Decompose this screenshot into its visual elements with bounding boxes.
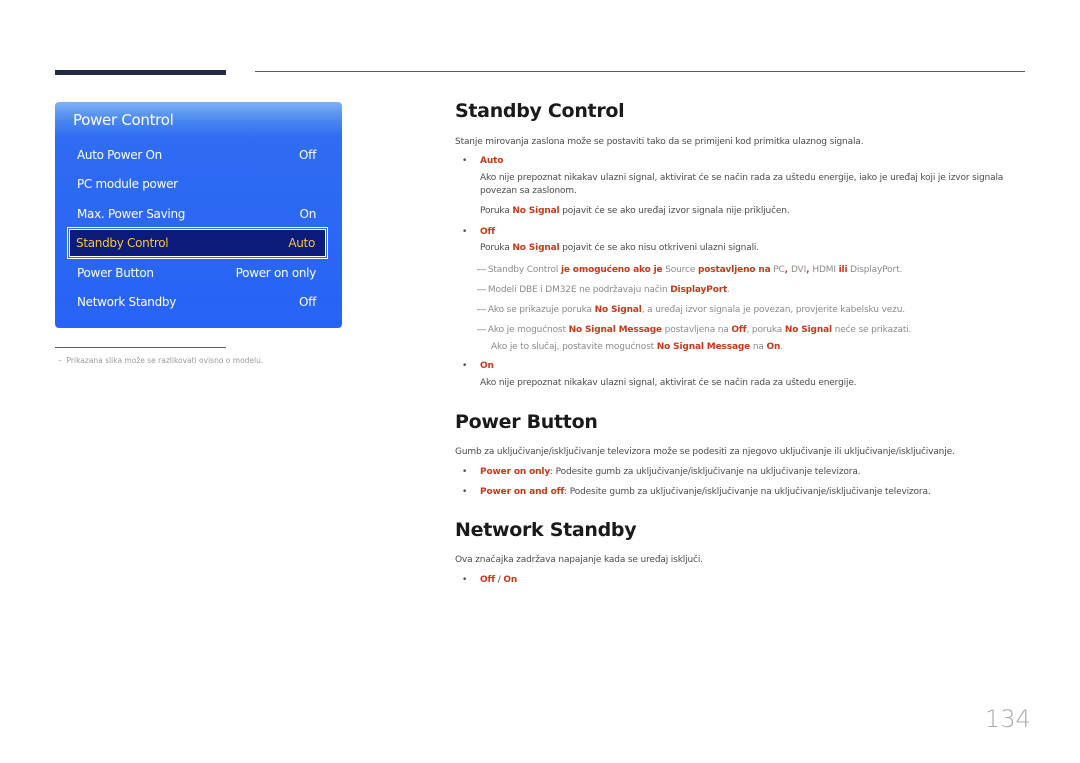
osd-item-label: Standby Control: [76, 236, 169, 250]
option-power-on-only: Power on only: Podesite gumb za uključiv…: [480, 466, 861, 479]
text: Ako je mogućnost: [487, 325, 569, 335]
osd-item-value: Auto: [288, 236, 315, 250]
network-standby-intro: Ova značajka zadržava napajanje kada se …: [455, 555, 703, 565]
header-bar-thick: [55, 70, 226, 75]
osd-item-value: Power on only: [235, 266, 317, 280]
text: , a uređaj izvor signala je povezan, pro…: [641, 305, 905, 315]
osd-power-control-menu: Power Control Auto Power On Off PC modul…: [55, 102, 342, 328]
text: HDMI: [812, 265, 839, 275]
text: pojavit će se ako uređaj izvor signala n…: [559, 206, 790, 216]
osd-item-label: Power Button: [77, 266, 154, 280]
option-off: Off: [480, 575, 496, 585]
footnote-dash: –: [58, 356, 62, 365]
bullet: •: [462, 156, 468, 166]
osd-item-max-power-saving: Max. Power Saving On: [71, 201, 326, 227]
footnote: – Prikazana slika može se razlikovati ov…: [58, 356, 263, 365]
text: Ako je to slučaj, postavite mogućnost: [491, 342, 657, 352]
section-title-network-standby: Network Standby: [455, 519, 637, 541]
option-on: On: [503, 575, 518, 585]
network-standby-options: Off / On: [480, 574, 517, 587]
note-no-signal-message-cont: Ako je to slučaj, postavite mogućnost No…: [491, 341, 783, 354]
osd-item-standby-control-selected: Standby Control Auto: [69, 229, 326, 257]
note-models-displayport: ― Modeli DBE i DM32E ne podržavaju način …: [477, 284, 730, 297]
section-title-power-button: Power Button: [455, 411, 598, 433]
footnote-text: Prikazana slika može se razlikovati ovis…: [66, 356, 264, 365]
power-button-intro: Gumb za uključivanje/isključivanje telev…: [455, 447, 955, 457]
bullet: •: [462, 487, 468, 497]
osd-item-label: Max. Power Saving: [77, 207, 186, 221]
text: Ako se prikazuje poruka: [487, 305, 595, 315]
text: je omogućeno ako je: [560, 265, 663, 275]
text: Off: [731, 325, 747, 335]
text: Modeli DBE i DM32E ne podržavaju način: [487, 285, 671, 295]
footnote-rule: [55, 347, 226, 348]
text: On: [766, 342, 781, 352]
option-auto-desc: Ako nije prepoznat nikakav ulazni signal…: [480, 173, 1004, 196]
bullet: •: [462, 361, 468, 371]
option-label: Power on only: [480, 467, 551, 477]
text: postavljena na: [661, 325, 732, 335]
text: No Signal Message: [568, 325, 663, 335]
text: Poruka: [480, 243, 513, 253]
osd-item-value: On: [299, 207, 317, 221]
option-label: Power on and off: [480, 487, 565, 497]
no-signal-term: No Signal: [512, 243, 560, 253]
osd-item-label: PC module power: [77, 177, 178, 191]
text: DisplayPort.: [847, 265, 903, 275]
text: No Signal: [594, 305, 642, 315]
osd-item-label: Auto Power On: [77, 148, 162, 162]
option-off-message: Poruka No Signal pojavit će se ako nisu …: [480, 242, 759, 255]
option-auto-message: Poruka No Signal pojavit će se ako uređa…: [480, 205, 790, 218]
note-no-signal-message: ― Ako je mogućnost No Signal Message post…: [477, 324, 911, 337]
option-auto-label: Auto: [480, 156, 504, 166]
osd-item-network-standby: Network Standby Off: [71, 289, 326, 315]
header-rule: [255, 71, 1025, 72]
text: DVI: [790, 265, 807, 275]
note-dash: ―: [477, 285, 486, 295]
page-number: 134: [985, 705, 1031, 733]
text: No Signal: [784, 325, 832, 335]
text: , poruka: [746, 325, 785, 335]
text: PC: [770, 265, 785, 275]
no-signal-term: No Signal: [512, 206, 560, 216]
osd-item-pc-module-power: PC module power: [71, 171, 326, 197]
text: postavljeno na: [697, 265, 771, 275]
osd-item-label: Network Standby: [77, 295, 177, 309]
osd-item-auto-power-on: Auto Power On Off: [71, 142, 326, 168]
text: DisplayPort: [670, 285, 728, 295]
bullet: •: [462, 467, 468, 477]
note-dash: ―: [477, 265, 486, 275]
osd-item-value: Off: [299, 148, 316, 162]
section-title-standby-control: Standby Control: [455, 100, 625, 122]
text: na: [750, 342, 767, 352]
text: Poruka: [480, 206, 513, 216]
text: No Signal Message: [656, 342, 751, 352]
bullet: •: [462, 227, 468, 237]
option-on-label: On: [480, 361, 494, 371]
option-desc: : Podesite gumb za uključivanje/isključi…: [550, 467, 861, 477]
note-dash: ―: [477, 325, 486, 335]
option-on-desc: Ako nije prepoznat nikakav ulazni signal…: [480, 378, 857, 388]
option-desc: : Podesite gumb za uključivanje/isključi…: [564, 487, 931, 497]
text: Standby Control: [487, 265, 561, 275]
osd-item-value: Off: [299, 295, 316, 309]
text: pojavit će se ako nisu otkriveni ulazni …: [559, 243, 759, 253]
text: Source: [662, 265, 698, 275]
note-source-support: ― Standby Control je omogućeno ako je Sou…: [477, 264, 902, 277]
option-off-label: Off: [480, 227, 496, 237]
osd-title: Power Control: [73, 111, 174, 129]
text: .: [727, 285, 730, 295]
osd-item-power-button: Power Button Power on only: [71, 260, 326, 286]
text: .: [780, 342, 783, 352]
note-check-cable: ― Ako se prikazuje poruka No Signal, a ur…: [477, 304, 905, 317]
option-power-on-and-off: Power on and off: Podesite gumb za uklju…: [480, 486, 931, 499]
text: neće se prikazati.: [831, 325, 912, 335]
bullet: •: [462, 575, 468, 585]
note-dash: ―: [477, 305, 486, 315]
standby-intro: Stanje mirovanja zaslona može se postavi…: [455, 137, 864, 147]
